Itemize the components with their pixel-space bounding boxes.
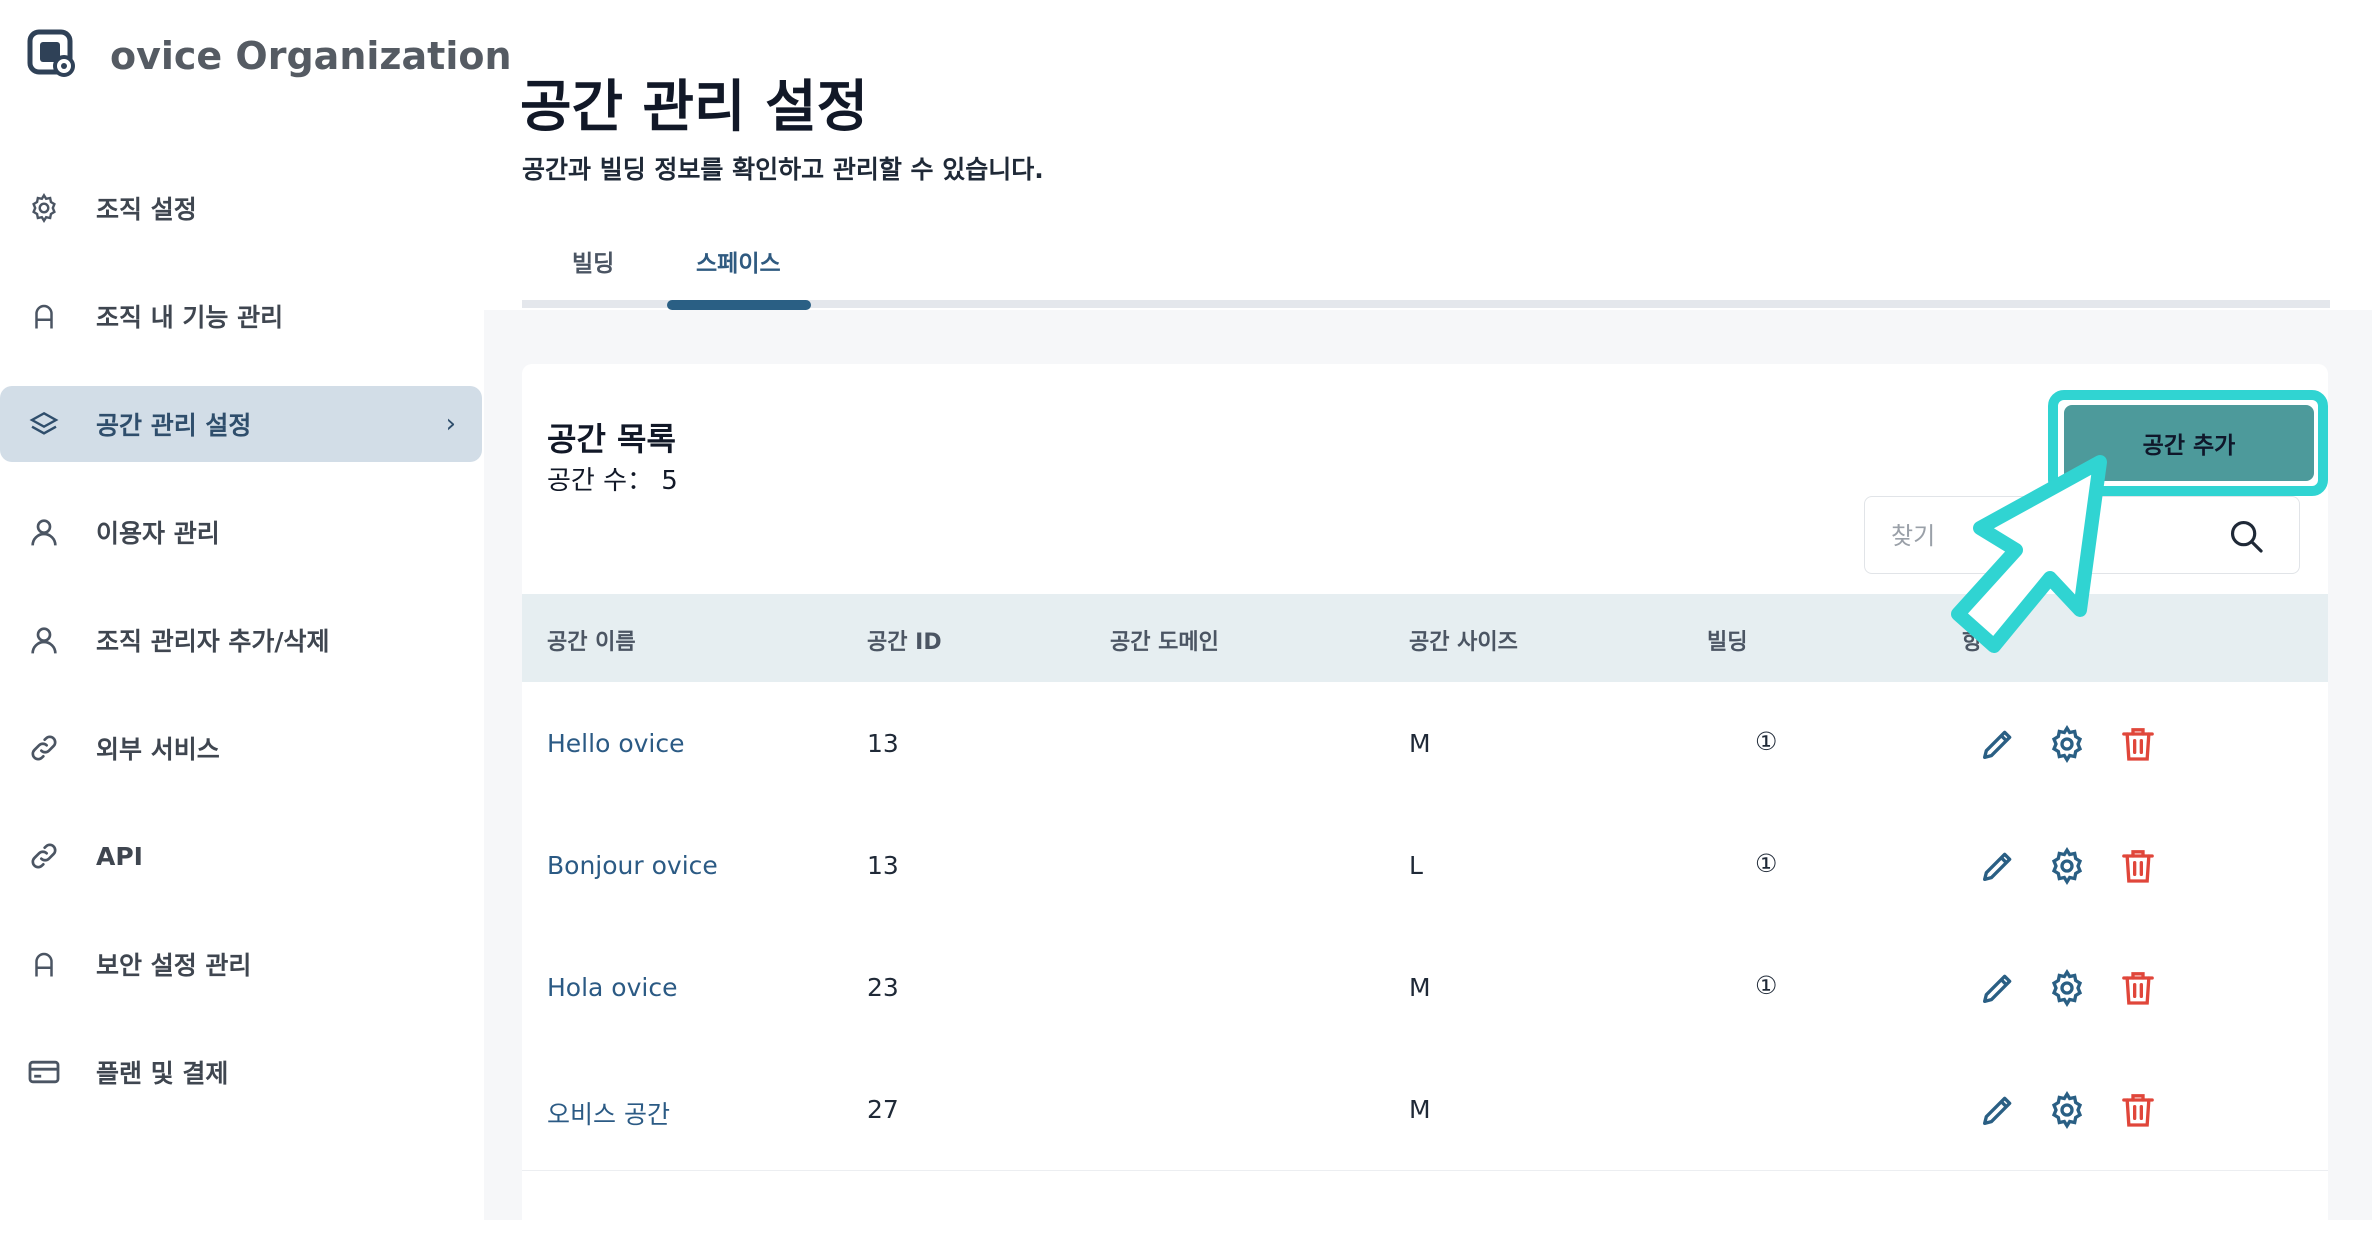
sidebar-item-org-settings[interactable]: 조직 설정 <box>0 170 482 246</box>
page-subtitle: 공간과 빌딩 정보를 확인하고 관리할 수 있습니다. <box>522 155 1044 184</box>
space-list-title: 공간 목록 <box>547 420 676 458</box>
user-icon <box>26 622 62 658</box>
gear-icon <box>26 190 62 226</box>
tab-spaces[interactable]: 스페이스 <box>696 244 781 278</box>
trash-icon[interactable] <box>2118 724 2158 764</box>
search-input[interactable] <box>1889 515 2193 557</box>
sidebar-item-external-services[interactable]: 외부 서비스 <box>0 710 482 786</box>
space-name-link[interactable]: Bonjour ovice <box>547 851 718 880</box>
lock-icon <box>26 298 62 334</box>
sidebar-item-security[interactable]: 보안 설정 관리 <box>0 926 482 1002</box>
trash-icon[interactable] <box>2118 846 2158 886</box>
sidebar-item-label: 이용자 관리 <box>96 519 220 548</box>
sidebar-item-label: 공간 관리 설정 <box>96 411 252 440</box>
link-icon <box>26 730 62 766</box>
space-count-label: 공간 수： <box>547 466 654 496</box>
sidebar-item-features[interactable]: 조직 내 기능 관리 <box>0 278 482 354</box>
sidebar-item-api[interactable]: API <box>0 818 482 894</box>
sidebar-item-billing[interactable]: 플랜 및 결제 <box>0 1034 482 1110</box>
column-header-size[interactable]: 공간 사이즈 <box>1409 624 1518 656</box>
sidebar-item-label: 조직 관리자 추가/삭제 <box>96 627 330 656</box>
space-size: M <box>1409 973 1431 1002</box>
link-icon <box>26 838 62 874</box>
add-space-button[interactable]: 공간 추가 <box>2064 405 2314 481</box>
space-id: 13 <box>867 851 899 880</box>
edit-icon[interactable] <box>1978 846 2018 886</box>
edit-icon[interactable] <box>1978 724 2018 764</box>
gear-icon[interactable] <box>2047 724 2087 764</box>
lock-icon <box>26 946 62 982</box>
trash-icon[interactable] <box>2118 1090 2158 1130</box>
building-info-icon[interactable]: ① <box>1755 849 1777 878</box>
active-tab-indicator <box>667 300 811 310</box>
org-header: ovice Organization <box>26 28 512 80</box>
space-id: 23 <box>867 973 899 1002</box>
edit-icon[interactable] <box>1978 968 2018 1008</box>
space-count-value: 5 <box>661 466 678 496</box>
space-size: L <box>1409 851 1423 880</box>
space-id: 13 <box>867 729 899 758</box>
ovice-logo-icon <box>27 29 75 77</box>
space-name-link[interactable]: Hello ovice <box>547 729 684 758</box>
sidebar: ovice Organization 조직 설정 조직 내 기능 관리 공간 관… <box>0 0 512 1220</box>
space-name-link[interactable]: Hola ovice <box>547 973 677 1002</box>
tab-buildings[interactable]: 빌딩 <box>572 244 614 278</box>
chevron-right-icon: › <box>445 409 456 439</box>
space-id: 27 <box>867 1095 899 1124</box>
column-header-domain[interactable]: 공간 도메인 <box>1110 624 1219 656</box>
user-icon <box>26 514 62 550</box>
sidebar-item-label: 보안 설정 관리 <box>96 951 252 980</box>
column-header-actions: 항 <box>1962 630 1983 655</box>
building-info-icon[interactable]: ① <box>1755 727 1777 756</box>
layers-icon <box>26 406 62 442</box>
gear-icon[interactable] <box>2047 1090 2087 1130</box>
column-header-id[interactable]: 공간 ID <box>867 624 942 656</box>
gear-icon[interactable] <box>2047 968 2087 1008</box>
sidebar-item-users[interactable]: 이용자 관리 <box>0 494 482 570</box>
column-header-name[interactable]: 공간 이름 <box>547 624 636 656</box>
space-size: M <box>1409 1095 1431 1124</box>
gear-icon[interactable] <box>2047 846 2087 886</box>
search-box <box>1864 496 2300 574</box>
sidebar-item-label: API <box>96 841 143 871</box>
card-icon <box>26 1054 62 1090</box>
sidebar-item-admins[interactable]: 조직 관리자 추가/삭제 <box>0 602 482 678</box>
trash-icon[interactable] <box>2118 968 2158 1008</box>
space-count: 공간 수： 5 <box>547 460 678 497</box>
sidebar-item-label: 조직 설정 <box>96 195 197 224</box>
space-size: M <box>1409 729 1431 758</box>
page-title: 공간 관리 설정 <box>520 75 869 140</box>
sidebar-item-label: 외부 서비스 <box>96 735 220 764</box>
sidebar-item-label: 플랜 및 결제 <box>96 1059 229 1088</box>
edit-icon[interactable] <box>1978 1090 2018 1130</box>
sidebar-item-label: 조직 내 기능 관리 <box>96 303 284 332</box>
building-info-icon[interactable]: ① <box>1755 971 1777 1000</box>
space-name-link[interactable]: 오비스 공간 <box>547 1095 670 1131</box>
org-name: ovice Organization <box>110 34 512 78</box>
sidebar-item-space-settings[interactable]: 공간 관리 설정 › <box>0 386 482 462</box>
column-header-building[interactable]: 빌딩 <box>1707 624 1747 656</box>
search-icon[interactable] <box>2227 517 2265 555</box>
